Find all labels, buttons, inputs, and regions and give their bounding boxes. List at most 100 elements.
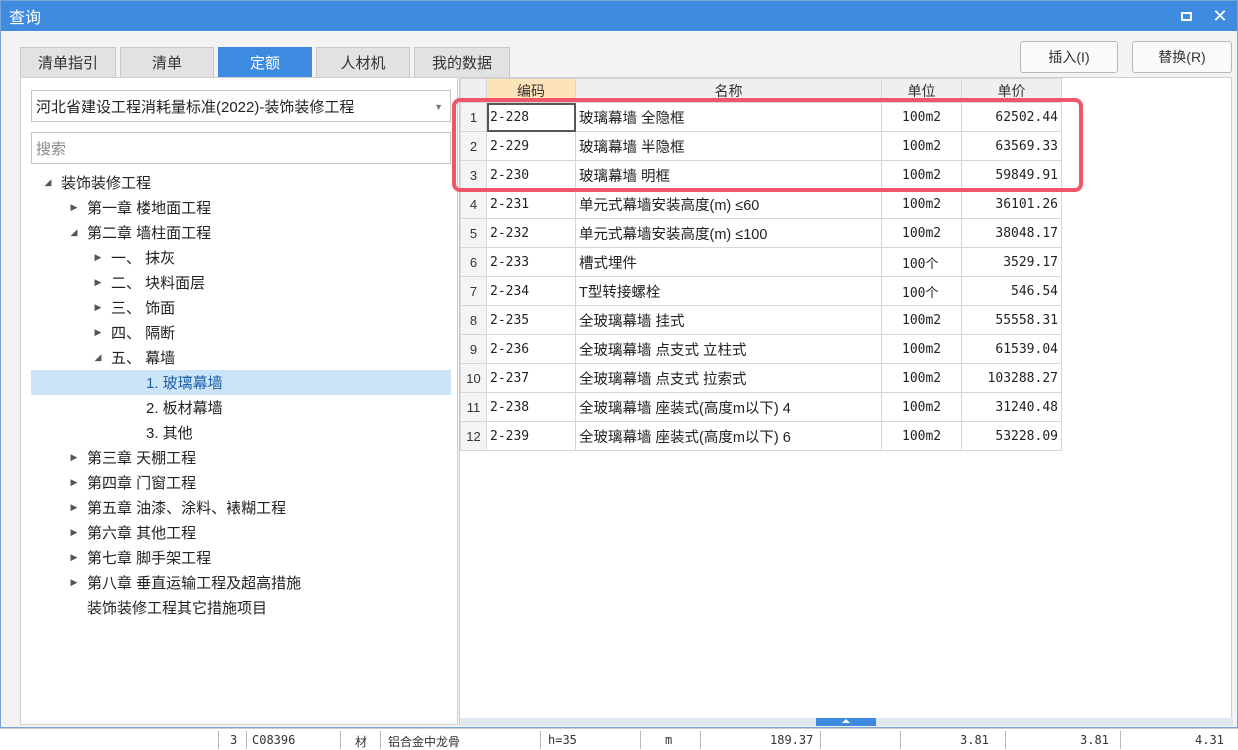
tree-node[interactable]: ▶ 第一章 楼地面工程 [31, 195, 451, 220]
tree-node-label: 三、 饰面 [111, 300, 176, 317]
dialog-titlebar[interactable]: 查询 ✕ [1, 1, 1237, 31]
tab-bill[interactable]: 清单 [120, 47, 214, 77]
code-cell[interactable]: 2-233 [486, 247, 576, 277]
background-table-row: 3 C08396 材 铝合金中龙骨 h=35 m 189.37 3.81 3.8… [0, 728, 1238, 750]
caret-collapsed-icon[interactable]: ▶ [67, 552, 81, 563]
name-cell[interactable]: 单元式幕墙安装高度(m) ≤60 [575, 189, 882, 219]
unit-cell[interactable]: 100m2 [881, 363, 962, 393]
category-tree: ◢ 装饰装修工程 ▶ 第一章 楼地面工程 ◢ 第二章 墙柱面工程 ▶ 一、 抹灰 ▶ 二、 块料面… [31, 170, 451, 620]
unit-cell[interactable]: 100m2 [881, 392, 962, 422]
tree-node[interactable]: ▶ 四、 隔断 [31, 320, 451, 345]
tree-node[interactable]: ▶ 第八章 垂直运输工程及超高措施 [31, 570, 451, 595]
table-row[interactable]: 4 2-231 单元式幕墙安装高度(m) ≤60 100m2 36101.26 [460, 189, 1062, 219]
maximize-button[interactable] [1169, 1, 1203, 31]
unit-cell[interactable]: 100个 [881, 247, 962, 277]
tree-node[interactable]: ◢ 第二章 墙柱面工程 [31, 220, 451, 245]
name-cell[interactable]: 槽式埋件 [575, 247, 882, 277]
unit-cell[interactable]: 100m2 [881, 189, 962, 219]
table-row[interactable]: 5 2-232 单元式幕墙安装高度(m) ≤100 100m2 38048.17 [460, 218, 1062, 248]
caret-collapsed-icon[interactable]: ▶ [67, 527, 81, 538]
scroll-handle[interactable] [816, 718, 876, 726]
tree-node[interactable]: 1. 玻璃幕墙 [31, 370, 451, 395]
tree-node[interactable]: ▶ 三、 饰面 [31, 295, 451, 320]
code-cell[interactable]: 2-231 [486, 189, 576, 219]
tree-node[interactable]: ▶ 第三章 天棚工程 [31, 445, 451, 470]
caret-expanded-icon[interactable]: ◢ [91, 352, 105, 363]
row-index-cell: 12 [460, 421, 487, 451]
code-cell[interactable]: 2-236 [486, 334, 576, 364]
caret-collapsed-icon[interactable]: ▶ [67, 577, 81, 588]
tab-labor-material-machine[interactable]: 人材机 [316, 47, 410, 77]
name-cell[interactable]: 单元式幕墙安装高度(m) ≤100 [575, 218, 882, 248]
tree-node-label: 五、 幕墙 [111, 350, 176, 367]
tree-node-label: 第五章 油漆、涂料、裱糊工程 [87, 500, 287, 517]
price-cell[interactable]: 31240.48 [961, 392, 1062, 422]
table-row[interactable]: 6 2-233 槽式埋件 100个 3529.17 [460, 247, 1062, 277]
horizontal-scrollbar[interactable] [460, 718, 1233, 726]
tree-node-label: 二、 块料面层 [111, 275, 206, 292]
caret-collapsed-icon[interactable]: ▶ [91, 252, 105, 263]
tab-quota[interactable]: 定额 [218, 47, 312, 77]
code-cell[interactable]: 2-232 [486, 218, 576, 248]
tree-node[interactable]: ▶ 第五章 油漆、涂料、裱糊工程 [31, 495, 451, 520]
price-cell[interactable]: 3529.17 [961, 247, 1062, 277]
caret-collapsed-icon[interactable]: ▶ [67, 452, 81, 463]
price-cell[interactable]: 61539.04 [961, 334, 1062, 364]
tree-node[interactable]: ▶ 二、 块料面层 [31, 270, 451, 295]
name-cell[interactable]: 全玻璃幕墙 点支式 拉索式 [575, 363, 882, 393]
table-row[interactable]: 9 2-236 全玻璃幕墙 点支式 立柱式 100m2 61539.04 [460, 334, 1062, 364]
caret-collapsed-icon[interactable]: ▶ [67, 502, 81, 513]
caret-collapsed-icon[interactable]: ▶ [67, 477, 81, 488]
tree-node[interactable]: ◢ 五、 幕墙 [31, 345, 451, 370]
table-row[interactable]: 8 2-235 全玻璃幕墙 挂式 100m2 55558.31 [460, 305, 1062, 335]
search-input[interactable]: 搜索 [31, 132, 451, 164]
caret-collapsed-icon[interactable]: ▶ [91, 277, 105, 288]
tree-node-label: 第八章 垂直运输工程及超高措施 [87, 575, 302, 592]
price-cell[interactable]: 38048.17 [961, 218, 1062, 248]
close-button[interactable]: ✕ [1203, 1, 1237, 31]
tree-node[interactable]: ▶ 第四章 门窗工程 [31, 470, 451, 495]
code-cell[interactable]: 2-238 [486, 392, 576, 422]
name-cell[interactable]: 全玻璃幕墙 座装式(高度m以下) 6 [575, 421, 882, 451]
name-cell[interactable]: T型转接螺栓 [575, 276, 882, 306]
caret-expanded-icon[interactable]: ◢ [67, 227, 81, 238]
tab-bill-guide[interactable]: 清单指引 [20, 47, 116, 77]
unit-cell[interactable]: 100m2 [881, 305, 962, 335]
price-cell[interactable]: 546.54 [961, 276, 1062, 306]
replace-button[interactable]: 替换(R) [1132, 41, 1232, 73]
unit-cell[interactable]: 100m2 [881, 421, 962, 451]
code-cell[interactable]: 2-237 [486, 363, 576, 393]
tree-node[interactable]: ▶ 一、 抹灰 [31, 245, 451, 270]
unit-cell[interactable]: 100m2 [881, 218, 962, 248]
tree-node[interactable]: 3. 其他 [31, 420, 451, 445]
price-cell[interactable]: 36101.26 [961, 189, 1062, 219]
tree-node[interactable]: ◢ 装饰装修工程 [31, 170, 451, 195]
price-cell[interactable]: 55558.31 [961, 305, 1062, 335]
tree-node[interactable]: 2. 板材幕墙 [31, 395, 451, 420]
tree-node[interactable]: ▶ 第七章 脚手架工程 [31, 545, 451, 570]
code-cell[interactable]: 2-239 [486, 421, 576, 451]
price-cell[interactable]: 53228.09 [961, 421, 1062, 451]
caret-expanded-icon[interactable]: ◢ [41, 177, 55, 188]
name-cell[interactable]: 全玻璃幕墙 点支式 立柱式 [575, 334, 882, 364]
tree-node[interactable]: ▶ 第六章 其他工程 [31, 520, 451, 545]
tree-node[interactable]: 装饰装修工程其它措施项目 [31, 595, 451, 620]
name-cell[interactable]: 全玻璃幕墙 座装式(高度m以下) 4 [575, 392, 882, 422]
tab-my-data[interactable]: 我的数据 [414, 47, 510, 77]
library-select[interactable]: 河北省建设工程消耗量标准(2022)-装饰装修工程 ▼ [31, 90, 451, 122]
table-row[interactable]: 12 2-239 全玻璃幕墙 座装式(高度m以下) 6 100m2 53228.09 [460, 421, 1062, 451]
caret-collapsed-icon[interactable]: ▶ [91, 327, 105, 338]
caret-collapsed-icon[interactable]: ▶ [91, 302, 105, 313]
price-cell[interactable]: 103288.27 [961, 363, 1062, 393]
table-row[interactable]: 10 2-237 全玻璃幕墙 点支式 拉索式 100m2 103288.27 [460, 363, 1062, 393]
code-cell[interactable]: 2-234 [486, 276, 576, 306]
insert-button[interactable]: 插入(I) [1020, 41, 1118, 73]
bg-row-code: C08396 [252, 733, 296, 747]
caret-collapsed-icon[interactable]: ▶ [67, 202, 81, 213]
unit-cell[interactable]: 100个 [881, 276, 962, 306]
name-cell[interactable]: 全玻璃幕墙 挂式 [575, 305, 882, 335]
table-row[interactable]: 11 2-238 全玻璃幕墙 座装式(高度m以下) 4 100m2 31240.48 [460, 392, 1062, 422]
table-row[interactable]: 7 2-234 T型转接螺栓 100个 546.54 [460, 276, 1062, 306]
unit-cell[interactable]: 100m2 [881, 334, 962, 364]
code-cell[interactable]: 2-235 [486, 305, 576, 335]
